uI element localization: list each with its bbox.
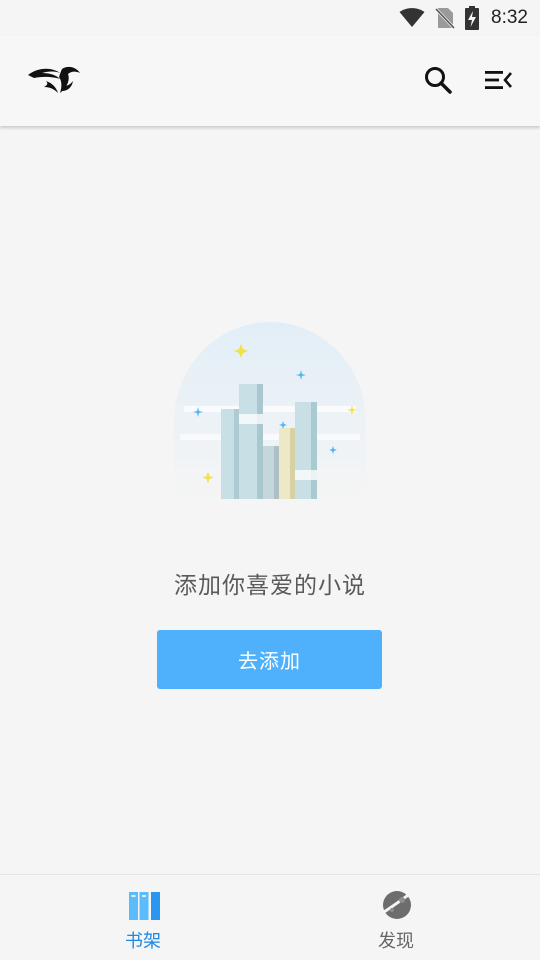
menu-button[interactable]	[480, 62, 516, 98]
tab-bookshelf[interactable]: 书架	[8, 875, 278, 960]
books-icon	[129, 892, 160, 920]
tab-discover[interactable]: 发现	[261, 875, 531, 960]
wifi-icon	[399, 8, 425, 27]
bookshelf-content: 添加你喜爱的小说 去添加	[0, 126, 540, 874]
battery-charging-icon	[465, 6, 480, 30]
status-icons: 8:32	[399, 6, 528, 30]
bottom-nav: 书架 发现	[0, 874, 540, 960]
search-button[interactable]	[420, 62, 456, 98]
bird-logo[interactable]	[26, 65, 82, 99]
bookshelf-illustration	[174, 322, 366, 502]
empty-state-message: 添加你喜爱的小说	[174, 573, 366, 599]
screen: 8:32 添加你喜爱的小说 去添加 书架 发现	[0, 0, 540, 960]
no-sim-icon	[435, 7, 456, 29]
add-novel-button[interactable]: 去添加	[157, 630, 382, 689]
status-bar: 8:32	[0, 0, 540, 36]
app-bar	[0, 36, 540, 126]
menu-collapse-icon	[485, 71, 512, 89]
status-time: 8:32	[491, 7, 528, 28]
tab-discover-label: 发现	[378, 931, 414, 952]
tab-bookshelf-label: 书架	[125, 931, 161, 952]
search-icon	[425, 67, 452, 94]
planet-icon	[383, 890, 413, 919]
